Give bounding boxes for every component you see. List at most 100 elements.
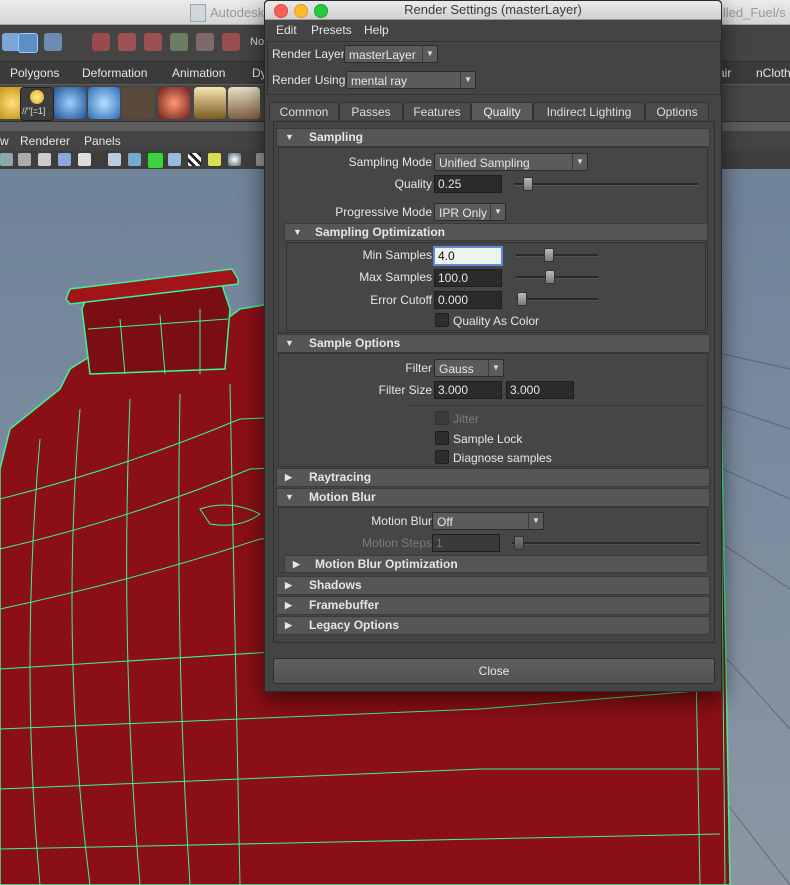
text-icon[interactable] [78, 153, 91, 166]
select-hierarchy-icon[interactable] [18, 33, 38, 53]
motion-steps-field[interactable]: 1 [432, 534, 500, 552]
render-frame-icon[interactable] [170, 33, 188, 51]
tab-passes[interactable]: Passes [339, 102, 403, 120]
menu-animation[interactable]: Animation [172, 66, 225, 80]
ies-light-icon[interactable] [228, 87, 260, 119]
snap-grid-icon[interactable] [92, 33, 110, 51]
tab-common[interactable]: Common [269, 102, 339, 120]
checker-icon[interactable] [188, 153, 201, 166]
min-samples-field[interactable]: 4.0 [434, 247, 502, 265]
max-samples-slider-handle[interactable] [545, 270, 555, 284]
sampling-mode-label: Sampling Mode [348, 155, 432, 169]
menu-panels[interactable]: Panels [84, 134, 121, 148]
globe-icon[interactable] [54, 87, 86, 119]
section-title: Motion Blur [309, 490, 376, 504]
snap-curve-icon[interactable] [118, 33, 136, 51]
xray-icon[interactable] [168, 153, 181, 166]
max-samples-label: Max Samples [359, 270, 432, 284]
jitter-label: Jitter [453, 412, 480, 426]
shader-ball-icon[interactable] [158, 87, 190, 119]
triangle-right-icon: ▶ [285, 600, 292, 610]
render-layer-label: Render Layer [272, 47, 345, 61]
tab-features[interactable]: Features [403, 102, 471, 120]
menu-edit[interactable]: Edit [276, 23, 297, 37]
render-settings-title-bar[interactable]: Render Settings (masterLayer) [265, 1, 721, 20]
quality-as-color-checkbox[interactable] [435, 313, 449, 327]
render-layer-dropdown[interactable]: masterLayer ▼ [344, 45, 438, 63]
section-motion-blur[interactable]: ▼ Motion Blur [276, 488, 710, 507]
max-samples-field[interactable]: 100.0 [434, 269, 502, 287]
triangle-right-icon: ▶ [285, 472, 292, 482]
max-samples-slider-track[interactable] [516, 276, 598, 279]
isolate-icon[interactable] [148, 153, 163, 168]
section-shadows[interactable]: ▶ Shadows [276, 576, 710, 595]
menu-help[interactable]: Help [364, 23, 389, 37]
motion-steps-slider-handle[interactable] [514, 536, 524, 550]
menu-presets[interactable]: Presets [311, 23, 352, 37]
progressive-mode-dropdown[interactable]: IPR Only ▼ [434, 203, 506, 221]
host-window-title: Autodesk [210, 5, 265, 20]
section-legacy-options[interactable]: ▶ Legacy Options [276, 616, 710, 635]
menu-polygons[interactable]: Polygons [10, 66, 59, 80]
tab-indirect-lighting[interactable]: Indirect Lighting [533, 102, 645, 120]
light-shelf-icon[interactable]: //"[=1] [20, 87, 54, 121]
section-raytracing[interactable]: ▶ Raytracing [276, 468, 710, 487]
shelf-chip-label: //"[=1] [22, 106, 46, 116]
tab-options[interactable]: Options [645, 102, 709, 120]
render-using-dropdown[interactable]: mental ray ▼ [346, 71, 476, 89]
min-samples-slider-handle[interactable] [544, 248, 554, 262]
quality-slider-track[interactable] [514, 183, 698, 186]
quality-slider-handle[interactable] [522, 177, 533, 191]
motion-steps-slider-track[interactable] [512, 542, 700, 545]
sphere-icon[interactable] [88, 87, 120, 119]
motion-blur-label: Motion Blur [371, 514, 432, 528]
filter-size-x-field[interactable]: 3.000 [434, 381, 502, 399]
sampling-mode-dropdown[interactable]: Unified Sampling ▼ [434, 153, 588, 171]
grid-toggle-icon[interactable] [38, 153, 51, 166]
filter-size-label: Filter Size [378, 383, 432, 397]
render-settings-window: Render Settings (masterLayer) Edit Prese… [264, 0, 722, 692]
window-title: Render Settings (masterLayer) [404, 2, 582, 17]
close-button[interactable]: Close [273, 658, 715, 684]
sampling-mode-value: Unified Sampling [439, 156, 530, 170]
section-sample-options[interactable]: ▼ Sample Options [276, 334, 710, 353]
render-settings-menu-bar: Edit Presets Help [265, 20, 721, 40]
error-cutoff-slider-handle[interactable] [517, 292, 527, 306]
cube-wire-icon[interactable] [108, 153, 121, 166]
menu-ncloth[interactable]: nCloth [756, 66, 790, 80]
menu-renderer[interactable]: Renderer [20, 134, 70, 148]
subsection-sampling-optimization[interactable]: ▼ Sampling Optimization [284, 223, 708, 241]
min-samples-slider-track[interactable] [516, 254, 598, 257]
filter-size-y-field[interactable]: 3.000 [506, 381, 574, 399]
quality-field[interactable]: 0.25 [434, 175, 502, 193]
tab-quality[interactable]: Quality [471, 102, 533, 120]
motion-blur-dropdown[interactable]: Off ▼ [432, 512, 544, 530]
ipr-render-icon[interactable] [196, 33, 214, 51]
section-sampling[interactable]: ▼ Sampling [276, 128, 710, 147]
smooth-shade-icon[interactable] [0, 153, 13, 166]
menu-view[interactable]: w [0, 134, 9, 148]
section-framebuffer[interactable]: ▶ Framebuffer [276, 596, 710, 615]
jitter-checkbox[interactable] [435, 411, 449, 425]
snap-point-icon[interactable] [144, 33, 162, 51]
error-cutoff-slider-track[interactable] [516, 298, 598, 301]
quality-tab-content[interactable]: ▼ Sampling Sampling Mode Unified Samplin… [273, 121, 715, 643]
error-cutoff-field[interactable]: 0.000 [434, 291, 502, 309]
filter-dropdown[interactable]: Gauss ▼ [434, 359, 504, 377]
triangle-down-icon: ▼ [285, 338, 294, 348]
sample-lock-checkbox[interactable] [435, 431, 449, 445]
cube-shaded-icon[interactable] [128, 153, 141, 166]
texture-icon[interactable] [58, 153, 71, 166]
lightbulb-icon[interactable] [122, 87, 154, 119]
wireframe-icon[interactable] [18, 153, 31, 166]
shadow-icon[interactable] [228, 153, 241, 166]
select-object-icon[interactable] [44, 33, 62, 51]
area-light-icon[interactable] [194, 87, 226, 119]
diagnose-samples-checkbox[interactable] [435, 450, 449, 464]
chevron-down-icon: ▼ [528, 513, 543, 529]
motion-steps-label: Motion Steps [361, 536, 432, 550]
menu-deformation[interactable]: Deformation [82, 66, 147, 80]
subsection-motion-blur-optimization[interactable]: ▶ Motion Blur Optimization [284, 555, 708, 573]
lighting-icon[interactable] [208, 153, 221, 166]
magnet-icon[interactable] [222, 33, 240, 51]
